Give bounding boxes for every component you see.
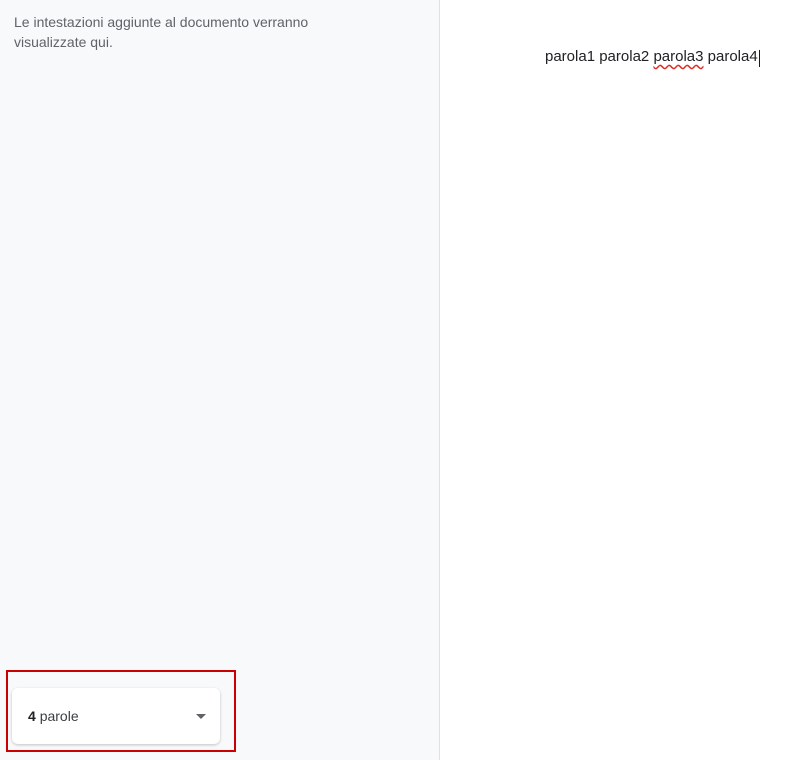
word-count-unit: parole (40, 708, 79, 724)
document-word[interactable]: parola4 (708, 48, 758, 65)
document-word[interactable]: parola3 (653, 48, 703, 65)
word-count-label: 4 parole (28, 708, 79, 724)
document-word[interactable]: parola1 (545, 48, 595, 65)
chevron-down-icon (196, 714, 206, 719)
text-cursor (759, 50, 760, 67)
document-canvas[interactable]: parola1 parola2 parola3 parola4 (441, 0, 796, 760)
document-text-line[interactable]: parola1 parola2 parola3 parola4 (545, 48, 760, 65)
word-count-number: 4 (28, 708, 36, 724)
outline-empty-hint: Le intestazioni aggiunte al documento ve… (0, 0, 330, 53)
outline-sidebar: Le intestazioni aggiunte al documento ve… (0, 0, 440, 760)
word-count-dropdown[interactable]: 4 parole (12, 688, 220, 744)
document-word[interactable]: parola2 (599, 48, 649, 65)
